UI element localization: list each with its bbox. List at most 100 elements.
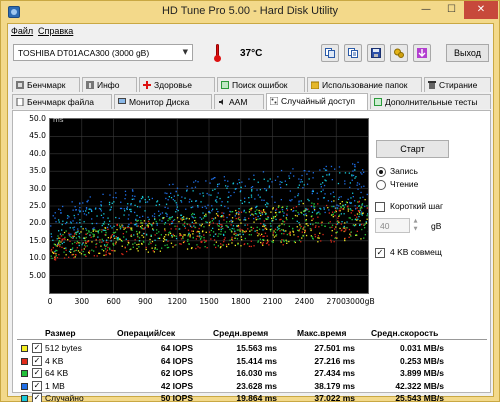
scatter-point — [111, 227, 113, 229]
scatter-point — [272, 216, 275, 218]
scatter-point — [274, 179, 277, 181]
tab-file-benchmark[interactable]: Бенчмарк файла — [12, 94, 112, 109]
series-color-swatch[interactable] — [21, 382, 28, 390]
scatter-point — [204, 215, 206, 218]
tab-benchmark[interactable]: Бенчмарк — [12, 77, 80, 92]
scatter-point — [58, 240, 61, 242]
scatter-point — [191, 230, 193, 232]
scatter-point — [83, 254, 85, 256]
scatter-point — [74, 241, 76, 244]
drive-select[interactable]: TOSHIBA DT01ACA300 (3000 gB) ▼ — [13, 44, 193, 61]
tab-info[interactable]: Инфо — [82, 77, 137, 92]
tab-disk-monitor[interactable]: Монитор Диска — [114, 94, 212, 109]
scatter-point — [356, 230, 358, 232]
scatter-point — [82, 228, 84, 230]
scatter-point — [254, 198, 256, 200]
tab-health[interactable]: Здоровье — [139, 77, 215, 92]
scatter-point — [255, 213, 258, 215]
copy-text-button[interactable] — [344, 44, 362, 62]
scatter-point — [250, 208, 252, 210]
tab-random-access[interactable]: Случайный доступ — [266, 93, 368, 110]
tab-error-scan[interactable]: Поиск ошибок — [217, 77, 305, 92]
scatter-point — [79, 251, 81, 254]
chevron-down-icon: ▼ — [182, 48, 188, 56]
align-4kb-checkbox[interactable]: ✓ — [375, 248, 385, 258]
scatter-point — [186, 190, 188, 192]
scatter-point — [231, 236, 233, 238]
iops-cell: 64 IOPS — [160, 355, 193, 366]
scatter-point — [341, 229, 343, 231]
series-checkbox[interactable]: ✓ — [32, 380, 42, 391]
spin-up-button[interactable]: ▲ — [411, 218, 420, 225]
maximize-button[interactable]: ☐ — [439, 1, 464, 19]
read-radio[interactable] — [376, 180, 386, 190]
scatter-point — [248, 178, 250, 180]
tab-aam[interactable]: AAM — [214, 94, 264, 109]
series-checkbox[interactable]: ✓ — [32, 393, 42, 402]
scatter-point — [198, 232, 201, 235]
scatter-point — [69, 240, 71, 242]
write-radio[interactable] — [376, 167, 386, 177]
scatter-point — [167, 207, 169, 209]
series-color-swatch[interactable] — [21, 345, 28, 352]
options-button[interactable] — [390, 44, 408, 62]
scatter-point — [344, 239, 346, 242]
scatter-point — [202, 195, 205, 197]
scatter-point — [82, 210, 84, 212]
exit-button[interactable]: Выход — [446, 44, 489, 62]
scatter-point — [69, 235, 71, 237]
table-row: ✓ 512 bytes 64 IOPS 15.563 ms 27.501 ms 0.031… — [13, 342, 488, 355]
menu-file[interactable]: Файл — [11, 26, 33, 36]
series-checkbox[interactable]: ✓ — [32, 355, 42, 366]
short-stroke-input[interactable]: 40 — [375, 218, 410, 233]
download-button[interactable] — [413, 44, 431, 62]
scatter-point — [197, 205, 199, 207]
save-button[interactable] — [367, 44, 385, 62]
scatter-point — [111, 202, 113, 204]
scatter-point — [355, 208, 357, 210]
scatter-point — [195, 200, 197, 202]
scatter-point — [288, 175, 290, 177]
scatter-point — [60, 235, 62, 237]
spin-down-button[interactable]: ▼ — [411, 226, 420, 233]
scatter-point — [268, 186, 270, 188]
scatter-point — [167, 234, 170, 236]
info-icon — [86, 81, 94, 89]
scatter-point — [227, 185, 229, 187]
scatter-point — [179, 228, 181, 230]
scatter-point — [292, 231, 295, 233]
menu-help[interactable]: Справка — [38, 26, 73, 36]
scatter-point — [311, 219, 313, 221]
short-stroke-checkbox[interactable] — [375, 202, 385, 212]
header-divider — [17, 339, 487, 340]
series-color-swatch[interactable] — [21, 395, 28, 402]
scatter-point — [331, 205, 333, 208]
scatter-point — [145, 222, 147, 225]
copy-button[interactable] — [321, 44, 339, 62]
scatter-point — [152, 250, 154, 252]
start-button[interactable]: Старт — [376, 140, 449, 158]
scatter-point — [317, 241, 319, 243]
series-checkbox[interactable]: ✓ — [32, 343, 42, 353]
series-color-swatch[interactable] — [21, 357, 28, 365]
scatter-point — [103, 254, 105, 256]
tab-erase[interactable]: Стирание — [424, 77, 491, 92]
scatter-point — [151, 224, 153, 226]
close-button[interactable]: ✕ — [464, 1, 498, 19]
series-color-swatch[interactable] — [21, 370, 28, 377]
scatter-point — [219, 247, 222, 249]
scatter-point — [113, 244, 115, 246]
scatter-point — [220, 204, 222, 207]
scatter-point — [85, 236, 87, 239]
scatter-point — [320, 208, 322, 210]
scatter-point — [169, 232, 172, 235]
scatter-point — [285, 230, 287, 232]
tab-folder-usage[interactable]: Использование папок — [307, 77, 422, 92]
tab-extra-tests[interactable]: Дополнительные тесты — [370, 94, 491, 109]
scatter-point — [82, 202, 84, 204]
series-checkbox[interactable]: ✓ — [32, 368, 42, 378]
minimize-button[interactable]: — — [413, 1, 439, 19]
scatter-point — [258, 233, 260, 235]
scatter-point — [192, 237, 194, 239]
scatter-point — [352, 170, 354, 172]
